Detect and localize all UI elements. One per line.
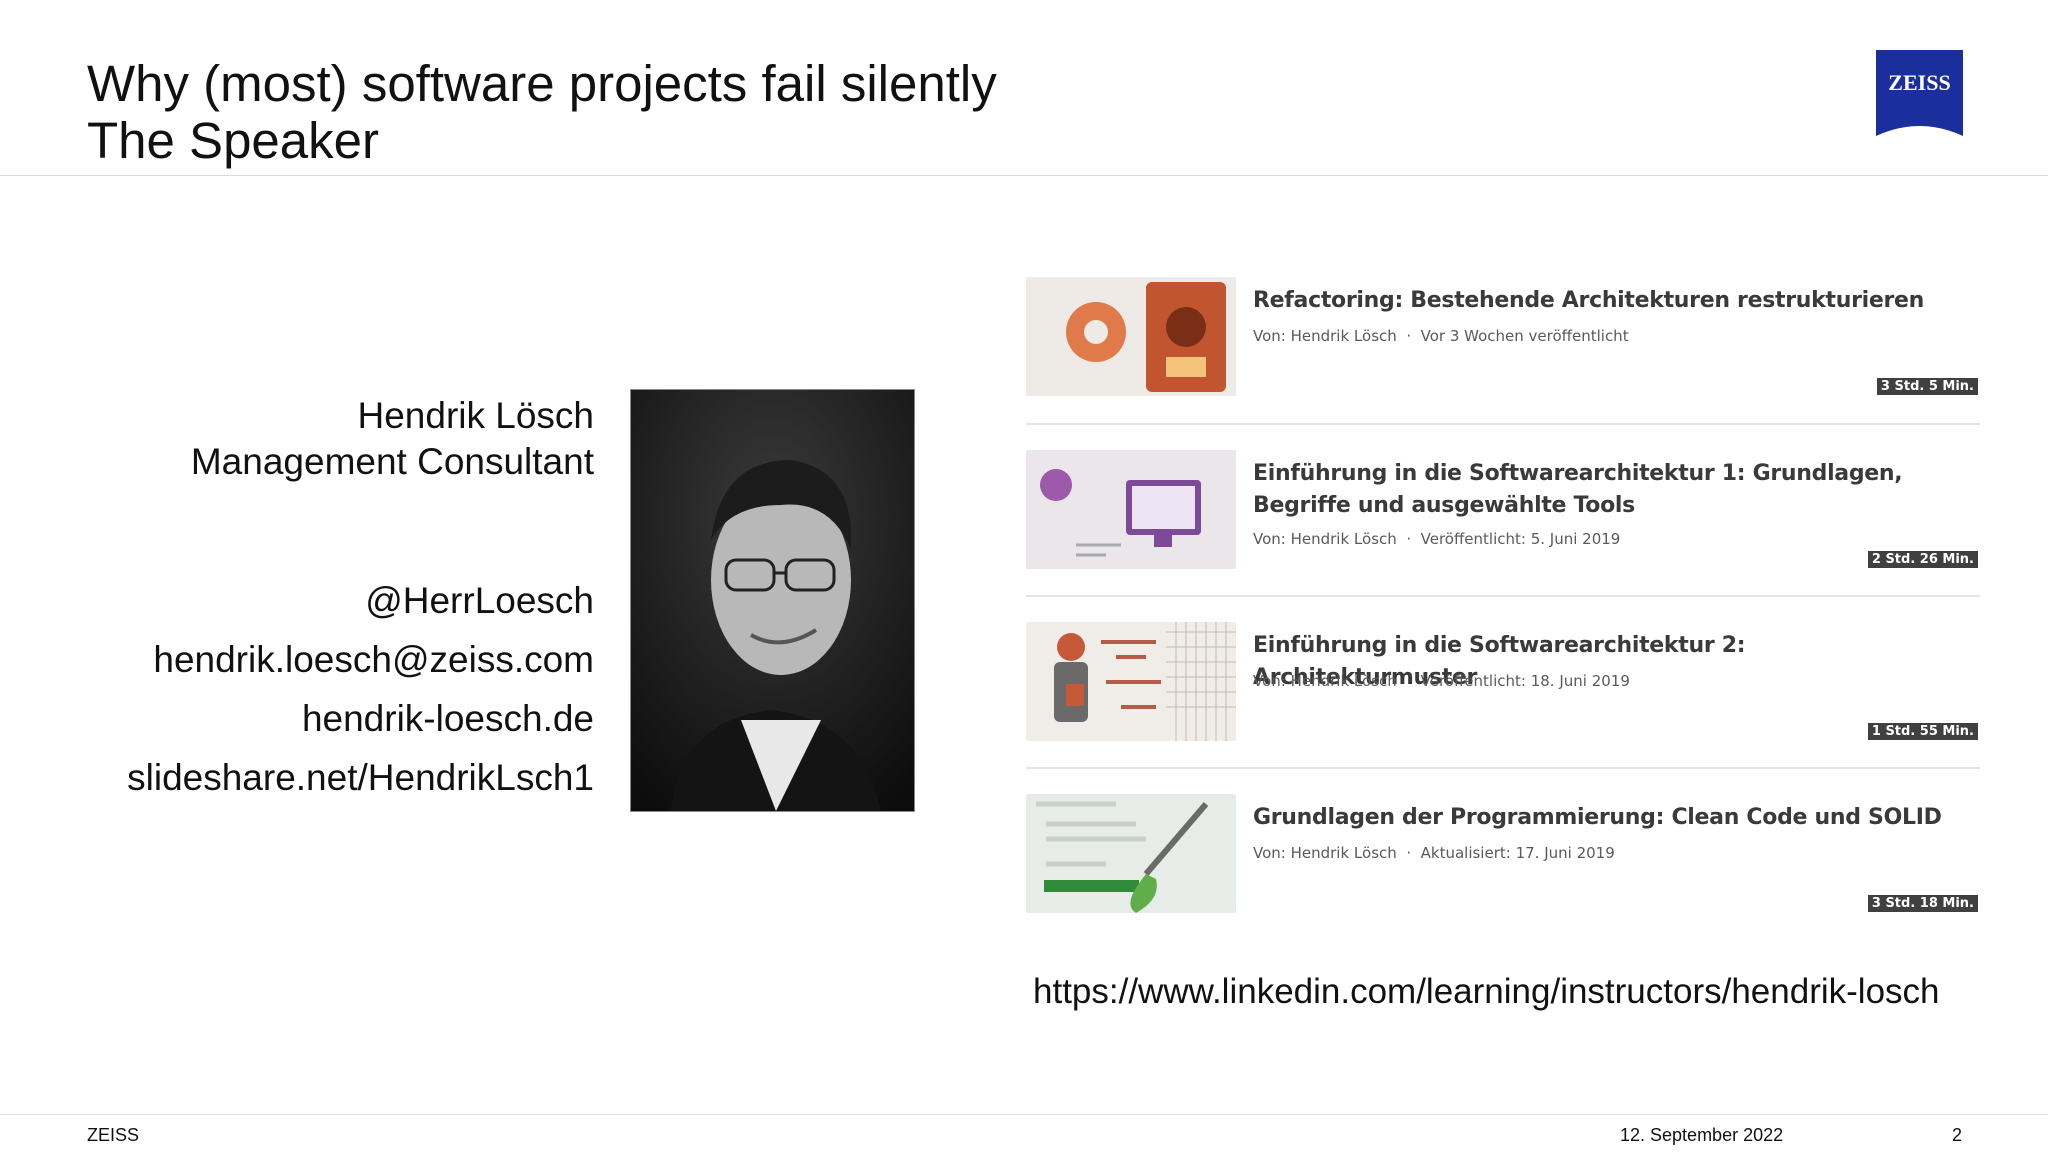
course-duration: 3 Std. 18 Min. bbox=[1867, 895, 1978, 912]
speaker-name: Hendrik Lösch bbox=[357, 395, 594, 436]
course-thumbnail bbox=[1026, 450, 1236, 569]
course-card[interactable]: 3 Std. 18 Min. Grundlagen der Programmie… bbox=[1026, 794, 1980, 914]
course-title[interactable]: Grundlagen der Programmierung: Clean Cod… bbox=[1253, 802, 1973, 834]
zeiss-logo: ZEISS bbox=[1876, 50, 1963, 136]
course-thumbnail bbox=[1026, 622, 1236, 741]
course-divider bbox=[1026, 767, 1980, 769]
course-meta: Von: Hendrik Lösch · Vor 3 Wochen veröff… bbox=[1253, 327, 1629, 345]
email-address[interactable]: hendrik.loesch@zeiss.com bbox=[153, 637, 594, 683]
course-author: Von: Hendrik Lösch bbox=[1253, 672, 1397, 690]
course-duration: 3 Std. 5 Min. bbox=[1876, 378, 1978, 395]
slide-title-line-1: Why (most) software projects fail silent… bbox=[87, 55, 997, 112]
course-divider bbox=[1026, 423, 1980, 425]
linkedin-learning-url[interactable]: https://www.linkedin.com/learning/instru… bbox=[1033, 970, 1940, 1014]
header-divider bbox=[0, 175, 2048, 176]
course-card[interactable]: 2 Std. 26 Min. Einführung in die Softwar… bbox=[1026, 450, 1980, 570]
course-author: Von: Hendrik Lösch bbox=[1253, 844, 1397, 862]
logo-text: ZEISS bbox=[1888, 70, 1950, 95]
course-thumbnail bbox=[1026, 794, 1236, 913]
course-title[interactable]: Einführung in die Softwarearchitektur 1:… bbox=[1253, 458, 1973, 522]
speaker-role: Management Consultant bbox=[190, 441, 594, 482]
course-title[interactable]: Refactoring: Bestehende Architekturen re… bbox=[1253, 285, 1973, 317]
course-author: Von: Hendrik Lösch bbox=[1253, 327, 1397, 345]
course-meta: Von: Hendrik Lösch · Veröffentlicht: 5. … bbox=[1253, 530, 1621, 548]
course-date: Veröffentlicht: 5. Juni 2019 bbox=[1420, 530, 1621, 548]
footer-brand: ZEISS bbox=[87, 1125, 140, 1145]
course-date: Aktualisiert: 17. Juni 2019 bbox=[1420, 844, 1615, 862]
speaker-photo bbox=[630, 389, 915, 812]
course-duration: 2 Std. 26 Min. bbox=[1867, 551, 1978, 568]
page-number: 2 bbox=[1952, 1125, 1963, 1145]
course-card[interactable]: 3 Std. 5 Min. Refactoring: Bestehende Ar… bbox=[1026, 277, 1980, 397]
twitter-handle[interactable]: @HerrLoesch bbox=[365, 578, 594, 624]
website-link[interactable]: hendrik-loesch.de bbox=[302, 696, 594, 742]
slide-title-line-2: The Speaker bbox=[87, 112, 380, 169]
course-date: Vor 3 Wochen veröffentlicht bbox=[1420, 327, 1629, 345]
course-date: Veröffentlicht: 18. Juni 2019 bbox=[1420, 672, 1630, 690]
course-meta: Von: Hendrik Lösch · Veröffentlicht: 18.… bbox=[1253, 672, 1630, 690]
slideshare-link[interactable]: slideshare.net/HendrikLsch1 bbox=[127, 755, 594, 801]
course-divider bbox=[1026, 595, 1980, 597]
footer-date: 12. September 2022 bbox=[1620, 1125, 1784, 1145]
course-meta: Von: Hendrik Lösch · Aktualisiert: 17. J… bbox=[1253, 844, 1615, 862]
course-card[interactable]: 1 Std. 55 Min. Einführung in die Softwar… bbox=[1026, 622, 1980, 742]
course-duration: 1 Std. 55 Min. bbox=[1867, 723, 1978, 740]
course-author: Von: Hendrik Lösch bbox=[1253, 530, 1397, 548]
course-thumbnail bbox=[1026, 277, 1236, 396]
footer-divider bbox=[0, 1114, 2048, 1115]
